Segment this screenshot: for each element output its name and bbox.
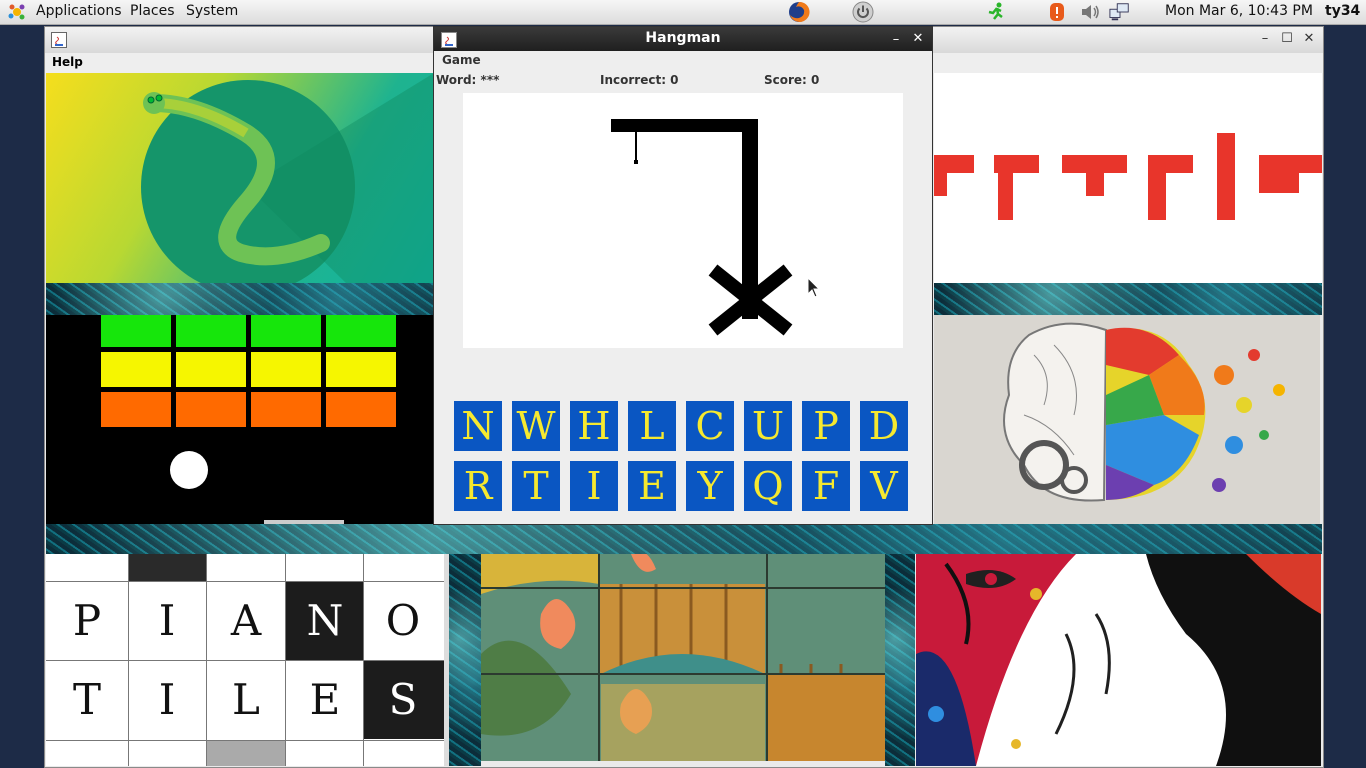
letter-button-i[interactable]: I <box>570 461 618 511</box>
network-icon[interactable] <box>1109 1 1131 23</box>
hangman-title: Hangman <box>645 30 721 46</box>
letter-button-w[interactable]: W <box>512 401 560 451</box>
letter-button-v[interactable]: V <box>860 461 908 511</box>
piano-tiles-tile[interactable]: P I ANO T I LES <box>46 554 449 766</box>
piano-tile-letter: N <box>306 596 344 645</box>
letter-button-n[interactable]: N <box>454 401 502 451</box>
background-gap-right <box>885 554 915 766</box>
system-menu[interactable]: System <box>186 3 238 19</box>
letter-button-h[interactable]: H <box>570 401 618 451</box>
letter-button-y[interactable]: Y <box>686 461 734 511</box>
username[interactable]: ty34 <box>1325 3 1360 19</box>
minimize-button[interactable]: – <box>888 32 904 48</box>
tetris-tile[interactable] <box>934 73 1322 283</box>
brick-breaker-tile[interactable] <box>46 315 434 524</box>
game-menu[interactable]: Game <box>442 53 481 67</box>
letter-button-c[interactable]: C <box>686 401 734 451</box>
snake-game-tile[interactable] <box>46 73 434 283</box>
hangman-window: Hangman – ✕ Game Word: *** Incorrect: 0 … <box>433 26 933 525</box>
lotus-puzzle-tile[interactable] <box>481 554 885 761</box>
colorful-brain-image <box>1003 322 1285 502</box>
gallows-canvas <box>463 93 903 348</box>
close-button[interactable]: ✕ <box>910 31 926 47</box>
minimize-button[interactable]: – <box>1257 31 1273 47</box>
help-menu[interactable]: Help <box>52 55 83 69</box>
background-strip-left <box>46 283 434 315</box>
anime-art-tile[interactable] <box>916 554 1321 766</box>
piano-tile-letter: T <box>72 675 101 724</box>
applications-menu[interactable]: Applications <box>36 3 122 19</box>
letter-button-e[interactable]: E <box>628 461 676 511</box>
incorrect-count: Incorrect: 0 <box>600 73 679 87</box>
hangman-titlebar[interactable]: Hangman – ✕ <box>434 27 932 51</box>
lotus-puzzle-image <box>481 554 885 761</box>
background-strip-mid <box>46 524 1322 554</box>
piano-tile-letter: P <box>72 596 102 645</box>
piano-tile-letter: I <box>158 596 176 645</box>
score-display: Score: 0 <box>764 73 820 87</box>
mouse-cursor-icon <box>807 277 821 298</box>
piano-tile-letter: S <box>388 675 418 724</box>
gnome-foot-icon[interactable] <box>6 1 28 23</box>
clock[interactable]: Mon Mar 6, 10:43 PM <box>1165 3 1313 19</box>
background-gap-left <box>449 554 481 766</box>
piano-tile-letter: L <box>232 675 260 724</box>
tetris-logo-icon <box>934 133 1322 220</box>
maximize-button[interactable]: ☐ <box>1279 31 1295 47</box>
power-icon[interactable] <box>852 1 874 23</box>
places-menu[interactable]: Places <box>130 3 175 19</box>
alert-icon[interactable] <box>1046 1 1068 23</box>
brain-art-tile[interactable] <box>934 315 1320 524</box>
piano-tile-letter: A <box>230 596 262 645</box>
letter-button-q[interactable]: Q <box>744 461 792 511</box>
letter-button-p[interactable]: P <box>802 401 850 451</box>
snake-logo-icon <box>141 73 434 283</box>
piano-tile-letter: O <box>385 596 421 645</box>
letter-button-t[interactable]: T <box>512 461 560 511</box>
piano-tile-letter: I <box>158 675 176 724</box>
background-strip-right <box>934 283 1322 315</box>
letter-button-l[interactable]: L <box>628 401 676 451</box>
gallows-drawing <box>611 119 793 336</box>
running-man-icon[interactable] <box>985 1 1007 23</box>
close-button[interactable]: ✕ <box>1301 31 1317 47</box>
letter-button-u[interactable]: U <box>744 401 792 451</box>
brick-breaker-preview <box>101 315 396 524</box>
java-app-icon <box>51 32 67 48</box>
letter-button-d[interactable]: D <box>860 401 908 451</box>
firefox-icon[interactable] <box>788 1 810 23</box>
top-panel: Applications Places System Mon Mar 6, 10… <box>0 0 1366 25</box>
hangman-menubar: Game <box>434 51 932 71</box>
word-display: Word: *** <box>436 73 500 87</box>
piano-tile-letter: E <box>309 675 341 724</box>
splatter-portrait-image <box>916 554 1321 766</box>
volume-icon[interactable] <box>1079 1 1101 23</box>
letter-button-r[interactable]: R <box>454 461 502 511</box>
letter-button-f[interactable]: F <box>802 461 850 511</box>
